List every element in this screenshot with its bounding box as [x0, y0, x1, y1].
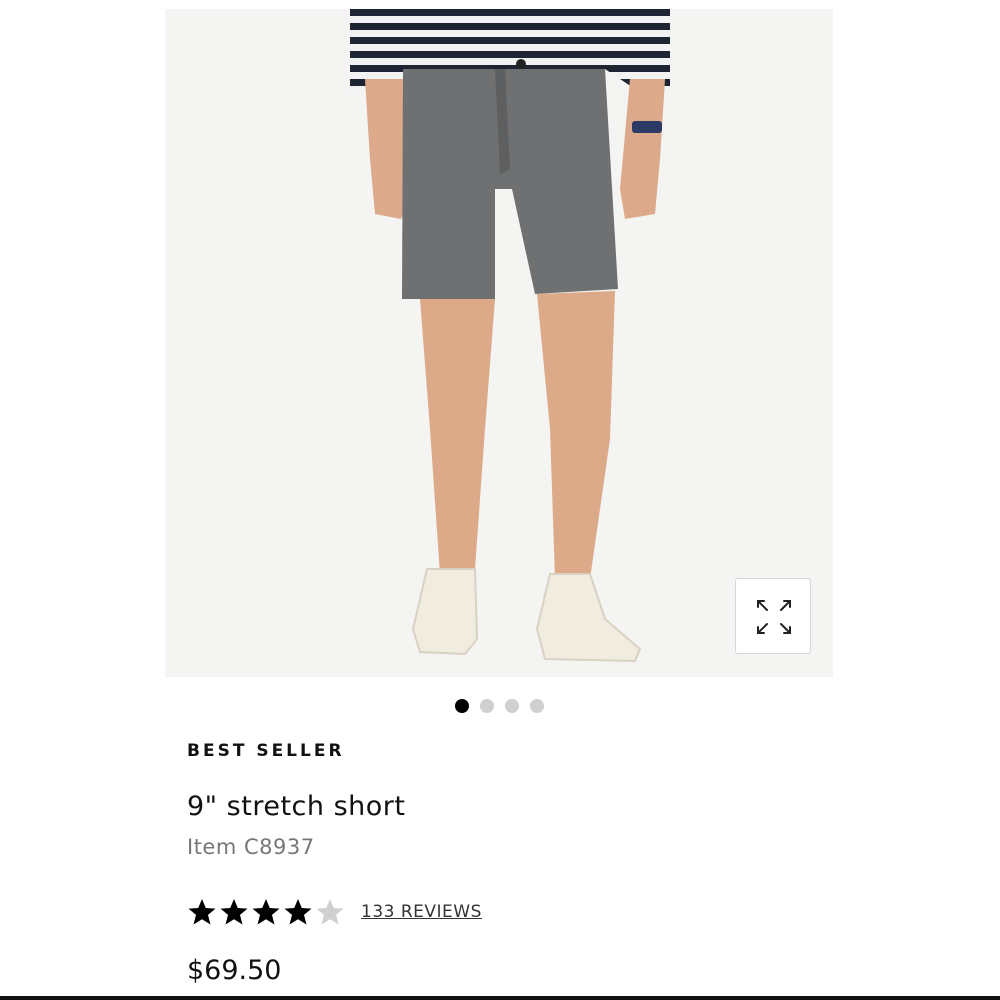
product-price: $69.50 [187, 955, 282, 986]
star-filled-icon [188, 899, 216, 925]
star-rating [187, 897, 345, 927]
image-carousel-dots [455, 699, 544, 713]
product-rating: 133 REVIEWS [187, 897, 482, 927]
zoom-button[interactable] [735, 578, 811, 654]
item-number: Item C8937 [187, 835, 315, 859]
star-filled-icon [252, 899, 280, 925]
product-image[interactable] [165, 9, 833, 677]
product-detail-page: BEST SELLER 9" stretch short Item C8937 … [0, 0, 1000, 1000]
carousel-dot[interactable] [530, 699, 544, 713]
expand-arrows-icon [757, 600, 791, 634]
carousel-dot[interactable] [505, 699, 519, 713]
star-empty-icon [316, 899, 344, 925]
carousel-dot[interactable] [455, 699, 469, 713]
product-name: 9" stretch short [187, 791, 406, 822]
reviews-link[interactable]: 133 REVIEWS [361, 902, 482, 922]
best-seller-badge: BEST SELLER [187, 741, 345, 761]
star-filled-icon [220, 899, 248, 925]
carousel-dot[interactable] [480, 699, 494, 713]
model-photo [350, 9, 670, 663]
star-filled-icon [284, 899, 312, 925]
bottom-divider [0, 996, 1000, 1000]
